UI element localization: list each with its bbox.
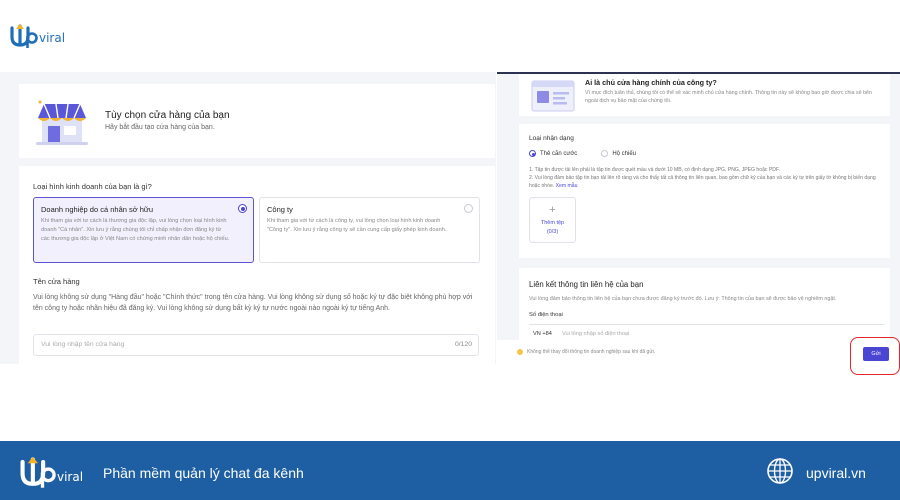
add-file-count: (0/3) <box>546 229 559 235</box>
upload-note-1: 1. Tập tin được tải lên phải là tập tin … <box>529 167 780 173</box>
option-description: Khi tham gia với tư cách là thương gia đ… <box>41 218 230 243</box>
upviral-logo-icon <box>10 24 38 48</box>
store-name-label: Tên cửa hàng <box>33 277 80 286</box>
option-title: Công ty <box>267 205 293 214</box>
store-name-help: Vui lòng không sử dụng "Hàng đầu" hoặc "… <box>33 294 473 312</box>
option-description: Khi tham gia với tư cách là công ty, vui… <box>267 218 447 234</box>
contact-description: Vui lòng đảm bảo thông tin liên hệ của b… <box>529 296 837 302</box>
id-type-label: Loại nhận dạng <box>529 135 574 142</box>
plus-icon: + <box>549 204 556 216</box>
business-type-option-individual[interactable]: Doanh nghiệp do cá nhân sở hữu Khi tham … <box>33 197 254 263</box>
store-name-counter: 0/120 <box>454 341 472 348</box>
store-name-placeholder: Vui lòng nhập tên cửa hàng <box>41 341 125 348</box>
add-file-label: Thêm tệp <box>540 220 565 226</box>
submit-bar: Không thể thay đổi thông tin doanh nghiệ… <box>497 340 900 364</box>
phone-country-code[interactable]: VN +84 <box>533 331 552 337</box>
id-type-section: Loại nhận dạng Thẻ căn cước Hộ chiếu 1. … <box>519 124 890 258</box>
phone-placeholder: Vui lòng nhập số điện thoại <box>562 331 630 337</box>
footer-logo: viral <box>20 454 83 488</box>
footer-tagline: Phần mềm quản lý chat đa kênh <box>103 465 304 481</box>
business-type-option-company[interactable]: Công ty Khi tham gia với tư cách là công… <box>259 197 480 263</box>
upload-note-2: 2. Vui lòng đảm bảo tập tin bạn tải lên … <box>529 175 876 189</box>
owner-section: Ai là chủ cửa hàng chính của công ty? Vì… <box>519 74 890 116</box>
radio-unselected-icon[interactable] <box>601 150 609 157</box>
owner-title: Ai là chủ cửa hàng chính của công ty? <box>585 78 717 87</box>
store-name-input[interactable]: Vui lòng nhập tên cửa hàng 0/120 <box>33 334 479 356</box>
footer-website[interactable]: upviral.vn <box>806 465 866 481</box>
add-file-button[interactable]: + Thêm tệp (0/3) <box>529 197 576 243</box>
option-title: Doanh nghiệp do cá nhân sở hữu <box>41 205 154 214</box>
contact-section: Liên kết thông tin liên hệ của bạn Vui l… <box>519 268 890 340</box>
upload-requirements: 1. Tập tin được tải lên phải là tập tin … <box>529 166 885 190</box>
upviral-logo-icon <box>20 456 56 488</box>
radio-selected-icon[interactable] <box>238 204 247 213</box>
page-title: Tùy chọn cửa hàng của bạn <box>105 110 230 121</box>
page-subtitle: Hãy bắt đầu tạo cửa hàng của bạn. <box>105 124 215 131</box>
storefront-icon <box>36 100 88 145</box>
brand-wordmark: viral <box>39 31 66 45</box>
id-option-passport[interactable]: Hộ chiếu <box>612 151 636 157</box>
footer-wordmark: viral <box>57 470 84 484</box>
id-type-radio-group: Thẻ căn cước Hộ chiếu <box>529 150 660 157</box>
radio-unselected-icon[interactable] <box>464 204 473 213</box>
globe-icon <box>767 458 793 484</box>
warning-icon <box>517 349 523 355</box>
brand-logo: viral <box>10 22 65 48</box>
store-setup-header: Tùy chọn cửa hàng của bạn Hãy bắt đầu tạ… <box>19 84 495 158</box>
highlight-annotation <box>850 337 900 375</box>
id-option-id-card[interactable]: Thẻ căn cước <box>540 151 577 157</box>
owner-description: Vì mục đích tuân thủ, chúng tôi có thể s… <box>585 90 872 104</box>
business-form: Loại hình kinh doanh của bạn là gì? Doan… <box>19 166 495 364</box>
phone-label: Số điện thoại <box>529 312 563 318</box>
radio-selected-icon[interactable] <box>529 150 536 157</box>
id-card-icon <box>531 80 575 112</box>
footer-banner: viral Phần mềm quản lý chat đa kênh upvi… <box>0 441 900 500</box>
contact-title: Liên kết thông tin liên hệ của bạn <box>529 280 644 289</box>
phone-input[interactable]: VN +84 Vui lòng nhập số điện thoại <box>529 324 885 340</box>
view-sample-link[interactable]: Xem mẫu <box>556 183 578 189</box>
submit-warning: Không thể thay đổi thông tin doanh nghiệ… <box>517 349 655 355</box>
business-type-label: Loại hình kinh doanh của bạn là gì? <box>33 182 152 191</box>
warning-text: Không thể thay đổi thông tin doanh nghiệ… <box>527 349 656 355</box>
